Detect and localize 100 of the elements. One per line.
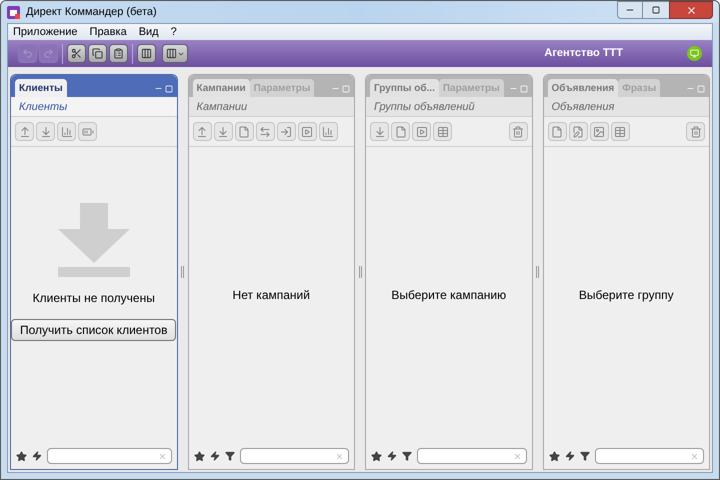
file-icon [551, 126, 563, 138]
columns-icon [141, 48, 152, 59]
star-icon[interactable] [16, 450, 27, 462]
menu-item[interactable]: Вид [138, 24, 159, 40]
battery-icon [82, 126, 94, 138]
maximize-icon [652, 6, 660, 14]
search-field[interactable] [47, 448, 172, 464]
menu-item[interactable]: ? [170, 24, 177, 40]
tool-button[interactable] [298, 122, 316, 141]
clipboard-icon [113, 48, 124, 59]
filter-icon[interactable] [580, 451, 590, 461]
tool-button[interactable] [234, 122, 254, 141]
panel-message: Клиенты не получены [32, 290, 155, 307]
tool-button[interactable] [370, 122, 389, 141]
tool-button[interactable] [391, 122, 410, 141]
app-logo-icon [7, 6, 20, 18]
tool-button[interactable] [214, 122, 232, 141]
splitter-handle[interactable] [536, 266, 539, 278]
account-name: Агентство ТТТ [544, 46, 623, 62]
tool-button[interactable] [276, 122, 296, 141]
tool-button[interactable] [15, 122, 34, 141]
maximize-icon[interactable] [520, 85, 528, 93]
tool-button[interactable] [78, 122, 97, 141]
filter-icon[interactable] [224, 451, 234, 461]
image-icon [593, 126, 605, 138]
copy-icon [92, 48, 103, 59]
bar-chart-icon [322, 126, 334, 138]
redo-icon [43, 48, 54, 59]
maximize-icon[interactable] [697, 85, 705, 93]
lightning-icon[interactable] [210, 451, 220, 461]
clear-icon[interactable] [158, 452, 166, 460]
get-clients-button[interactable]: Получить список клиентов [11, 319, 176, 341]
toolbar-button[interactable] [162, 44, 188, 63]
panel-subtitle: Объявления [544, 97, 709, 117]
tool-button[interactable] [590, 122, 608, 141]
window-title: Директ Коммандер (бета) [26, 4, 157, 20]
tool-button[interactable] [508, 122, 528, 141]
maximize-icon[interactable] [164, 85, 172, 93]
enter-icon [280, 126, 292, 138]
undo-icon [22, 48, 33, 59]
menu-item[interactable]: Приложение [13, 24, 78, 40]
menu-item[interactable]: Правка [90, 24, 127, 40]
upload-icon [18, 126, 30, 138]
star-icon[interactable] [548, 450, 560, 462]
clear-icon[interactable] [690, 452, 699, 460]
trash-icon [690, 126, 702, 138]
arrows-icon [259, 126, 271, 138]
toolbar-button[interactable] [67, 44, 86, 63]
toolbar-button[interactable] [88, 44, 107, 63]
maximize-icon[interactable] [342, 85, 350, 93]
panel-message: Выберите кампанию [391, 287, 506, 304]
star-icon[interactable] [371, 450, 382, 462]
splitter-handle[interactable] [358, 266, 362, 278]
file-icon [394, 126, 406, 138]
panel-subtitle: Группы объявлений [366, 97, 532, 117]
play-icon [416, 126, 428, 138]
lightning-icon[interactable] [564, 451, 574, 461]
tool-button[interactable] [256, 122, 274, 141]
file-icon [238, 126, 250, 138]
panel-subtitle: Кампании [188, 97, 354, 117]
download-icon [217, 126, 229, 138]
tool-button[interactable] [610, 122, 630, 141]
search-field[interactable] [417, 448, 526, 464]
table-icon [614, 126, 626, 138]
tool-button[interactable] [686, 122, 705, 141]
search-field[interactable] [594, 448, 704, 464]
lightning-icon[interactable] [387, 451, 397, 461]
filter-icon[interactable] [402, 451, 412, 461]
bar-chart-icon [60, 126, 72, 138]
tool-button[interactable] [318, 122, 338, 141]
lightning-icon[interactable] [32, 451, 42, 461]
download-icon [374, 126, 386, 138]
play-icon [301, 126, 313, 138]
download-icon [40, 126, 52, 138]
table-icon [436, 126, 448, 138]
scissors-icon [71, 48, 82, 59]
tool-button[interactable] [548, 122, 566, 141]
tool-button[interactable] [568, 122, 588, 141]
trash-icon [512, 126, 524, 138]
panel-message: Выберите группу [578, 287, 674, 304]
tool-button[interactable] [36, 122, 55, 141]
toolbar-button[interactable] [109, 44, 128, 63]
panel-tab[interactable]: Клиенты [15, 79, 67, 97]
tool-button[interactable] [412, 122, 431, 141]
upload-icon [196, 126, 208, 138]
panel-subtitle: Клиенты [11, 97, 176, 117]
tool-button[interactable] [192, 122, 212, 141]
tool-button[interactable] [57, 122, 76, 141]
star-icon[interactable] [194, 450, 204, 462]
split-view-icon [166, 48, 176, 59]
splitter-handle[interactable] [181, 266, 184, 278]
toolbar-button[interactable] [137, 44, 156, 63]
close-icon [686, 4, 696, 16]
maximize-button[interactable] [643, 1, 669, 19]
close-button[interactable] [669, 1, 713, 19]
clear-icon[interactable] [512, 452, 522, 460]
tool-button[interactable] [433, 122, 452, 141]
clear-icon[interactable] [335, 452, 344, 460]
edit-icon [572, 126, 584, 138]
search-field[interactable] [240, 448, 349, 464]
